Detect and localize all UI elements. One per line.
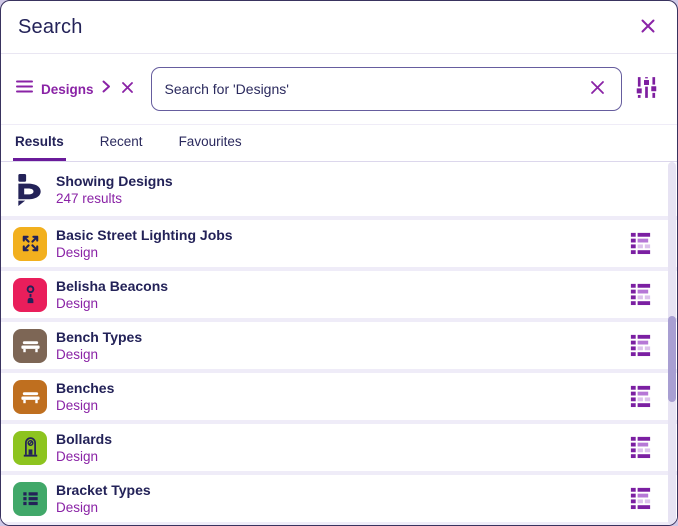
result-subtitle: Design (56, 500, 151, 516)
queue-list-icon (628, 230, 653, 258)
scrollbar-thumb[interactable] (668, 316, 676, 402)
close-button[interactable] (636, 14, 660, 41)
search-input[interactable] (165, 81, 587, 97)
chip-remove-button[interactable] (119, 79, 136, 99)
dialog-header: Search (1, 1, 677, 54)
chevron-right-icon (102, 80, 111, 98)
results-list: Showing Designs 247 results Basic Street… (1, 162, 677, 525)
dialog-title: Search (18, 16, 83, 39)
result-row[interactable]: Bracket Types Design (1, 475, 677, 522)
close-icon (638, 16, 658, 39)
search-box (151, 67, 622, 111)
result-subtitle: Design (56, 347, 142, 363)
result-details-button[interactable] (626, 432, 655, 464)
result-row[interactable]: Bench Types Design (1, 322, 677, 369)
bollard-icon (13, 431, 47, 465)
sliders-icon (633, 74, 660, 104)
result-subtitle: Design (56, 245, 233, 261)
result-row[interactable]: Benches Design (1, 373, 677, 420)
queue-list-icon (628, 332, 653, 360)
expand-arrows-icon (13, 227, 47, 261)
tab-results[interactable]: Results (13, 125, 66, 161)
result-title: Bench Types (56, 329, 142, 346)
search-clear-button[interactable] (587, 77, 608, 101)
bench-icon (13, 329, 47, 363)
designs-d-logo-icon (13, 172, 47, 206)
queue-list-icon (628, 434, 653, 462)
list-grid-icon (13, 482, 47, 516)
result-title: Belisha Beacons (56, 278, 168, 295)
result-title: Bracket Types (56, 482, 151, 499)
filter-bar: Designs (1, 54, 677, 125)
result-details-button[interactable] (626, 279, 655, 311)
tabs-bar: Results Recent Favourites (1, 125, 677, 162)
beacon-icon (13, 278, 47, 312)
result-row[interactable]: Belisha Beacons Design (1, 271, 677, 318)
queue-list-icon (628, 485, 653, 513)
close-icon (121, 81, 134, 97)
tab-recent[interactable]: Recent (98, 125, 145, 161)
result-details-button[interactable] (626, 381, 655, 413)
result-details-button[interactable] (626, 483, 655, 515)
hamburger-icon (16, 80, 33, 98)
result-subtitle: Design (56, 296, 168, 312)
designs-filter-chip[interactable]: Designs (16, 79, 136, 99)
filter-settings-button[interactable] (631, 72, 662, 106)
results-summary-row: Showing Designs 247 results (1, 162, 677, 216)
bench-icon (13, 380, 47, 414)
result-details-button[interactable] (626, 330, 655, 362)
tab-favourites[interactable]: Favourites (177, 125, 244, 161)
search-dialog: Search Designs (0, 0, 678, 526)
summary-title: Showing Designs (56, 173, 173, 190)
queue-list-icon (628, 281, 653, 309)
result-title: Basic Street Lighting Jobs (56, 227, 233, 244)
result-row[interactable]: Basic Street Lighting Jobs Design (1, 220, 677, 267)
chip-label: Designs (41, 82, 94, 97)
result-title: Benches (56, 380, 114, 397)
result-details-button[interactable] (626, 228, 655, 260)
summary-text: Showing Designs 247 results (56, 173, 173, 206)
result-title: Bollards (56, 431, 112, 448)
queue-list-icon (628, 383, 653, 411)
result-subtitle: Design (56, 449, 112, 465)
result-subtitle: Design (56, 398, 114, 414)
summary-count: 247 results (56, 191, 173, 206)
close-icon (589, 79, 606, 99)
result-row[interactable]: Bollards Design (1, 424, 677, 471)
